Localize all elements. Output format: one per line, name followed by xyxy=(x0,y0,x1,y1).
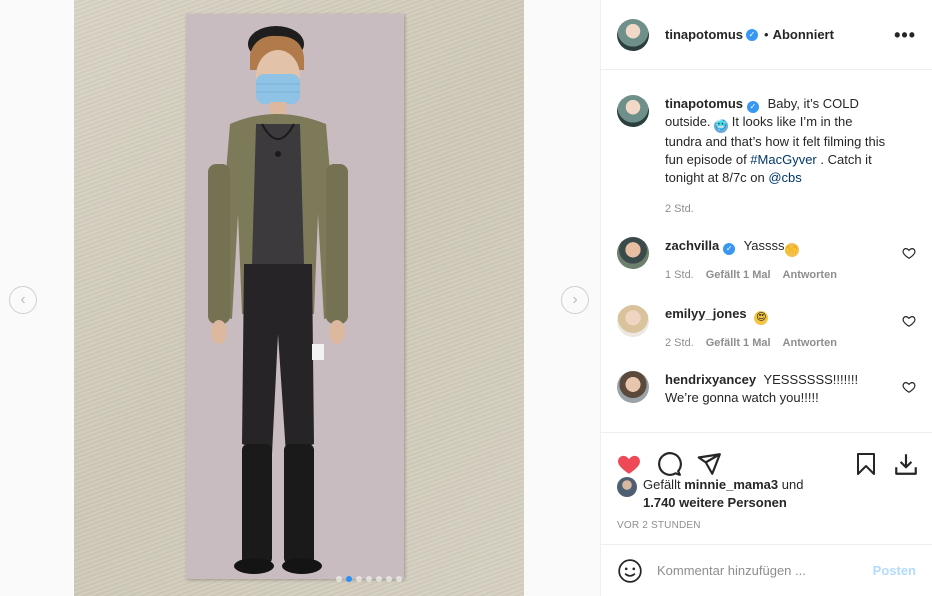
comment-likes[interactable]: Gefällt 1 Mal xyxy=(706,269,771,281)
carousel-dot xyxy=(396,576,402,582)
post-photo xyxy=(74,0,524,596)
likes-mid: und xyxy=(781,477,804,492)
author-avatar[interactable] xyxy=(617,18,649,51)
commenter-username[interactable]: zachvilla xyxy=(665,238,719,253)
verified-icon: ✓ xyxy=(747,101,759,113)
download-button[interactable] xyxy=(892,450,920,478)
comment-item: hendrixyancey YESSSSSS!!!!!!! We’re gonn… xyxy=(617,371,916,407)
mention-link[interactable]: @cbs xyxy=(768,170,801,185)
commenter-username[interactable]: emilyy_jones xyxy=(665,306,747,321)
verified-icon: ✓ xyxy=(723,243,736,255)
carousel-dot xyxy=(386,576,392,582)
comment-button[interactable] xyxy=(655,450,683,478)
post-timestamp[interactable]: VOR 2 STUNDEN xyxy=(617,520,701,531)
comment-text: Yassss xyxy=(743,238,785,253)
comment-item: emilyy_jones 😍 2 Std. Gefällt 1 Mal Antw… xyxy=(617,305,916,349)
reply-button[interactable]: Antworten xyxy=(783,269,837,281)
post-header: tinapotomus ✓ • Abonniert ••• xyxy=(601,0,932,70)
share-icon xyxy=(697,452,721,475)
person-illustration xyxy=(208,26,348,574)
carousel-dot xyxy=(366,576,372,582)
more-icon[interactable]: ••• xyxy=(894,26,916,44)
add-comment-bar: Posten xyxy=(601,544,932,596)
follow-separator: • xyxy=(764,27,769,42)
comment-time[interactable]: 1 Std. xyxy=(665,269,694,281)
follow-button[interactable]: Abonniert xyxy=(773,27,834,42)
carousel-dot xyxy=(376,576,382,582)
heart-icon[interactable] xyxy=(902,314,916,328)
post-comment-button[interactable]: Posten xyxy=(873,563,916,578)
caption-username[interactable]: tinapotomus xyxy=(665,96,743,111)
commenter-avatar[interactable] xyxy=(617,237,649,269)
instagram-post-modal: ‹ › tinapotomus ✓ • Abonniert ••• tinapo… xyxy=(0,0,932,596)
liker-avatar[interactable] xyxy=(617,477,637,497)
carousel-next-button[interactable]: › xyxy=(561,286,589,314)
verified-icon: ✓ xyxy=(746,28,758,41)
download-icon xyxy=(895,453,917,475)
chevron-right-icon: › xyxy=(572,291,578,308)
smiley-icon[interactable] xyxy=(617,558,643,584)
commenter-username[interactable]: hendrixyancey xyxy=(665,372,756,387)
comment-item: zachvilla ✓ Yassss🙌 1 Std. Gefällt 1 Mal … xyxy=(617,237,916,281)
likes-prefix: Gefällt xyxy=(643,477,681,492)
carousel-dot xyxy=(346,576,352,582)
author-username[interactable]: tinapotomus xyxy=(665,27,743,42)
post-sidebar: tinapotomus ✓ • Abonniert ••• tinapotomu… xyxy=(600,0,932,596)
bookmark-icon xyxy=(857,452,875,475)
printed-photo xyxy=(186,14,404,579)
heart-icon xyxy=(618,455,640,474)
heart-eyes-emoji: 😍 xyxy=(754,311,769,325)
heart-icon[interactable] xyxy=(902,246,916,260)
carousel-dot xyxy=(336,576,342,582)
share-button[interactable] xyxy=(695,450,723,478)
hashtag-link[interactable]: #MacGyver xyxy=(750,152,816,167)
likes-summary: Gefällt minnie_mama3 und 1.740 weitere P… xyxy=(617,476,916,512)
cold-face-emoji: 🥶 xyxy=(714,119,729,133)
heart-icon[interactable] xyxy=(902,380,916,394)
carousel-prev-button[interactable]: ‹ xyxy=(9,286,37,314)
reply-button[interactable]: Antworten xyxy=(783,337,837,349)
commenter-avatar[interactable] xyxy=(617,305,649,337)
chevron-left-icon: ‹ xyxy=(20,291,26,308)
raising-hands-emoji: 🙌 xyxy=(784,243,799,257)
comment-likes[interactable]: Gefällt 1 Mal xyxy=(706,337,771,349)
caption: tinapotomus ✓ Baby, it’s COLD outside. 🥶 … xyxy=(617,95,916,215)
carousel-indicator xyxy=(336,576,402,582)
commenter-avatar[interactable] xyxy=(617,371,649,403)
liker-username[interactable]: minnie_mama3 xyxy=(684,477,778,492)
save-button[interactable] xyxy=(852,450,880,478)
likes-count[interactable]: 1.740 weitere Personen xyxy=(643,495,787,510)
carousel-dot xyxy=(356,576,362,582)
comment-time[interactable]: 2 Std. xyxy=(665,337,694,349)
comment-input[interactable] xyxy=(657,563,865,578)
media-area: ‹ › xyxy=(0,0,600,596)
like-button[interactable] xyxy=(615,450,643,478)
caption-time[interactable]: 2 Std. xyxy=(665,203,694,215)
comment-icon xyxy=(658,451,682,476)
caption-avatar[interactable] xyxy=(617,95,649,127)
comments-list: tinapotomus ✓ Baby, it’s COLD outside. 🥶 … xyxy=(601,71,932,432)
